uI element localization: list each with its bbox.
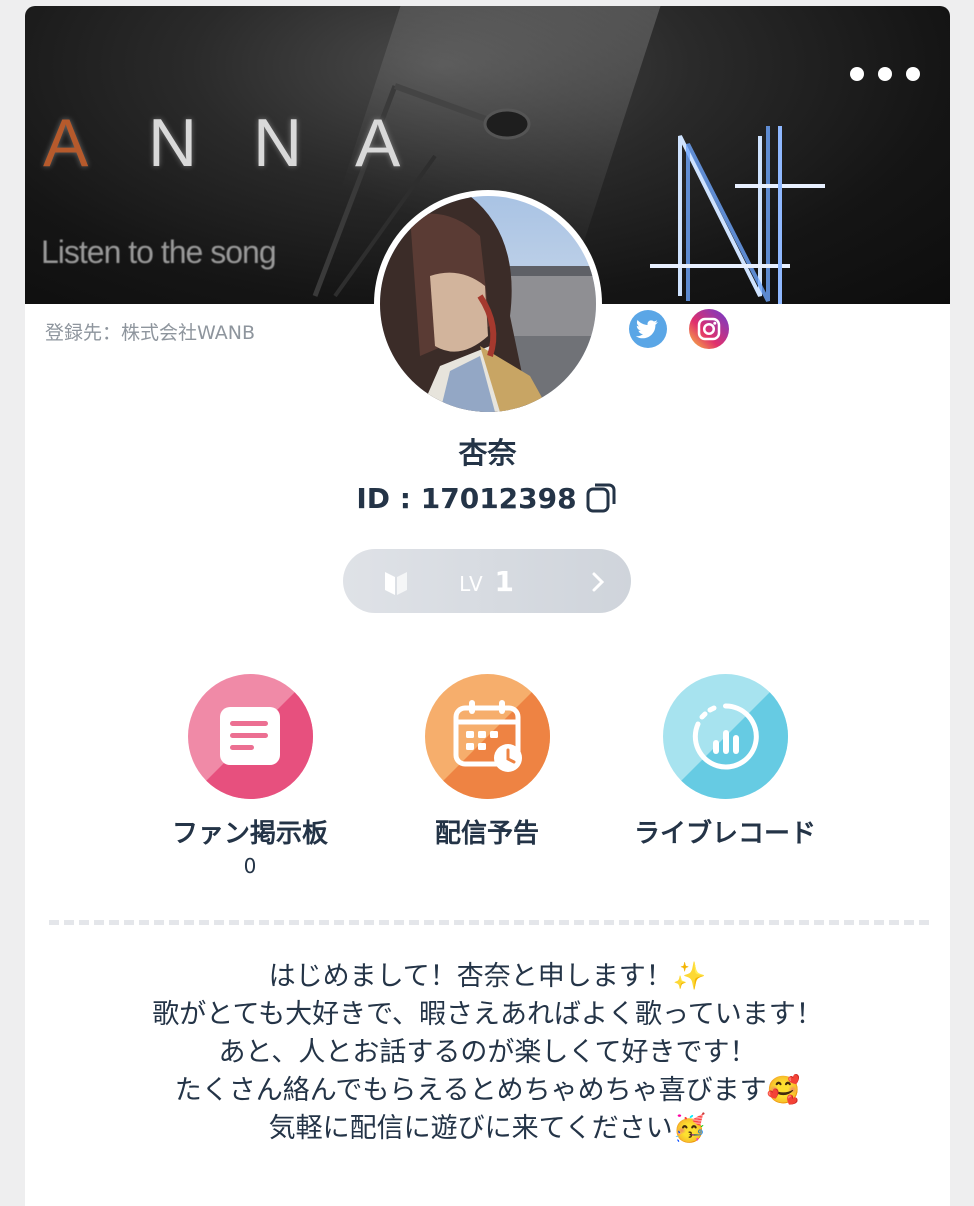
broadcast-schedule-button[interactable]: 配信予告 <box>377 674 597 850</box>
neon-logo-graphic <box>650 126 825 304</box>
profile-name: 杏奈 <box>458 436 517 470</box>
live-record-button[interactable]: ライブレコード <box>615 674 835 850</box>
fan-board-circle <box>187 674 313 799</box>
banner-letter: N <box>253 105 303 181</box>
profile-id-row: ID : 17012398 <box>25 480 950 521</box>
instagram-icon <box>689 309 729 349</box>
calendar-clock-icon <box>424 674 550 799</box>
avatar-photo <box>380 196 596 412</box>
broadcast-schedule-circle <box>424 674 550 799</box>
banner-letter: A <box>43 105 89 181</box>
fan-board-label: ファン掲示板 <box>171 819 328 849</box>
fan-board-button[interactable]: ファン掲示板 0 <box>140 674 360 878</box>
avatar[interactable] <box>374 190 602 418</box>
banner-letter: N <box>148 105 198 181</box>
profile-card: A N N A Listen to the song 登録先：株式会社WANB <box>25 6 950 1206</box>
intro-line: 歌がとても大好きで、暇さえあればよく歌っています！ <box>152 999 823 1030</box>
section-divider <box>49 920 929 925</box>
more-dot-icon <box>878 67 892 81</box>
more-dot-icon <box>906 67 920 81</box>
agency-registration: 登録先：株式会社WANB <box>45 322 255 344</box>
intro-line: 気軽に配信に遊びに来てください🥳 <box>268 1113 707 1144</box>
intro-line: はじめまして！杏奈と申します！✨ <box>268 961 707 992</box>
bulletin-board-icon <box>187 674 313 799</box>
profile-introduction: はじめまして！杏奈と申します！✨ 歌がとても大好きで、暇さえあればよく歌っていま… <box>25 958 950 1148</box>
live-record-icon <box>662 674 788 799</box>
broadcast-schedule-label: 配信予告 <box>434 819 539 849</box>
twitter-icon <box>629 310 667 348</box>
copy-icon[interactable] <box>585 480 619 521</box>
live-record-circle <box>662 674 788 799</box>
banner-subtitle: Listen to the song <box>41 234 277 270</box>
banner-artist-letters: A N N A <box>43 104 403 184</box>
twitter-link[interactable] <box>627 308 669 350</box>
intro-line: たくさん絡んでもらえるとめちゃめちゃ喜びます🥰 <box>174 1075 801 1106</box>
instagram-link[interactable] <box>688 308 730 350</box>
live-record-label: ライブレコード <box>633 819 816 849</box>
banner-letter: A <box>355 105 401 181</box>
level-prefix: LV <box>459 572 484 596</box>
chevron-right-icon <box>592 572 605 592</box>
more-dot-icon <box>850 67 864 81</box>
fan-board-count: 0 <box>243 854 257 878</box>
intro-line: あと、人とお話するのが楽しくて好きです！ <box>218 1037 757 1068</box>
level-text: LV 1 <box>343 565 631 598</box>
level-badge-button[interactable]: LV 1 <box>343 549 631 613</box>
level-value: 1 <box>494 565 515 598</box>
profile-id: ID : 17012398 <box>356 482 577 515</box>
more-options-button[interactable] <box>850 62 920 86</box>
